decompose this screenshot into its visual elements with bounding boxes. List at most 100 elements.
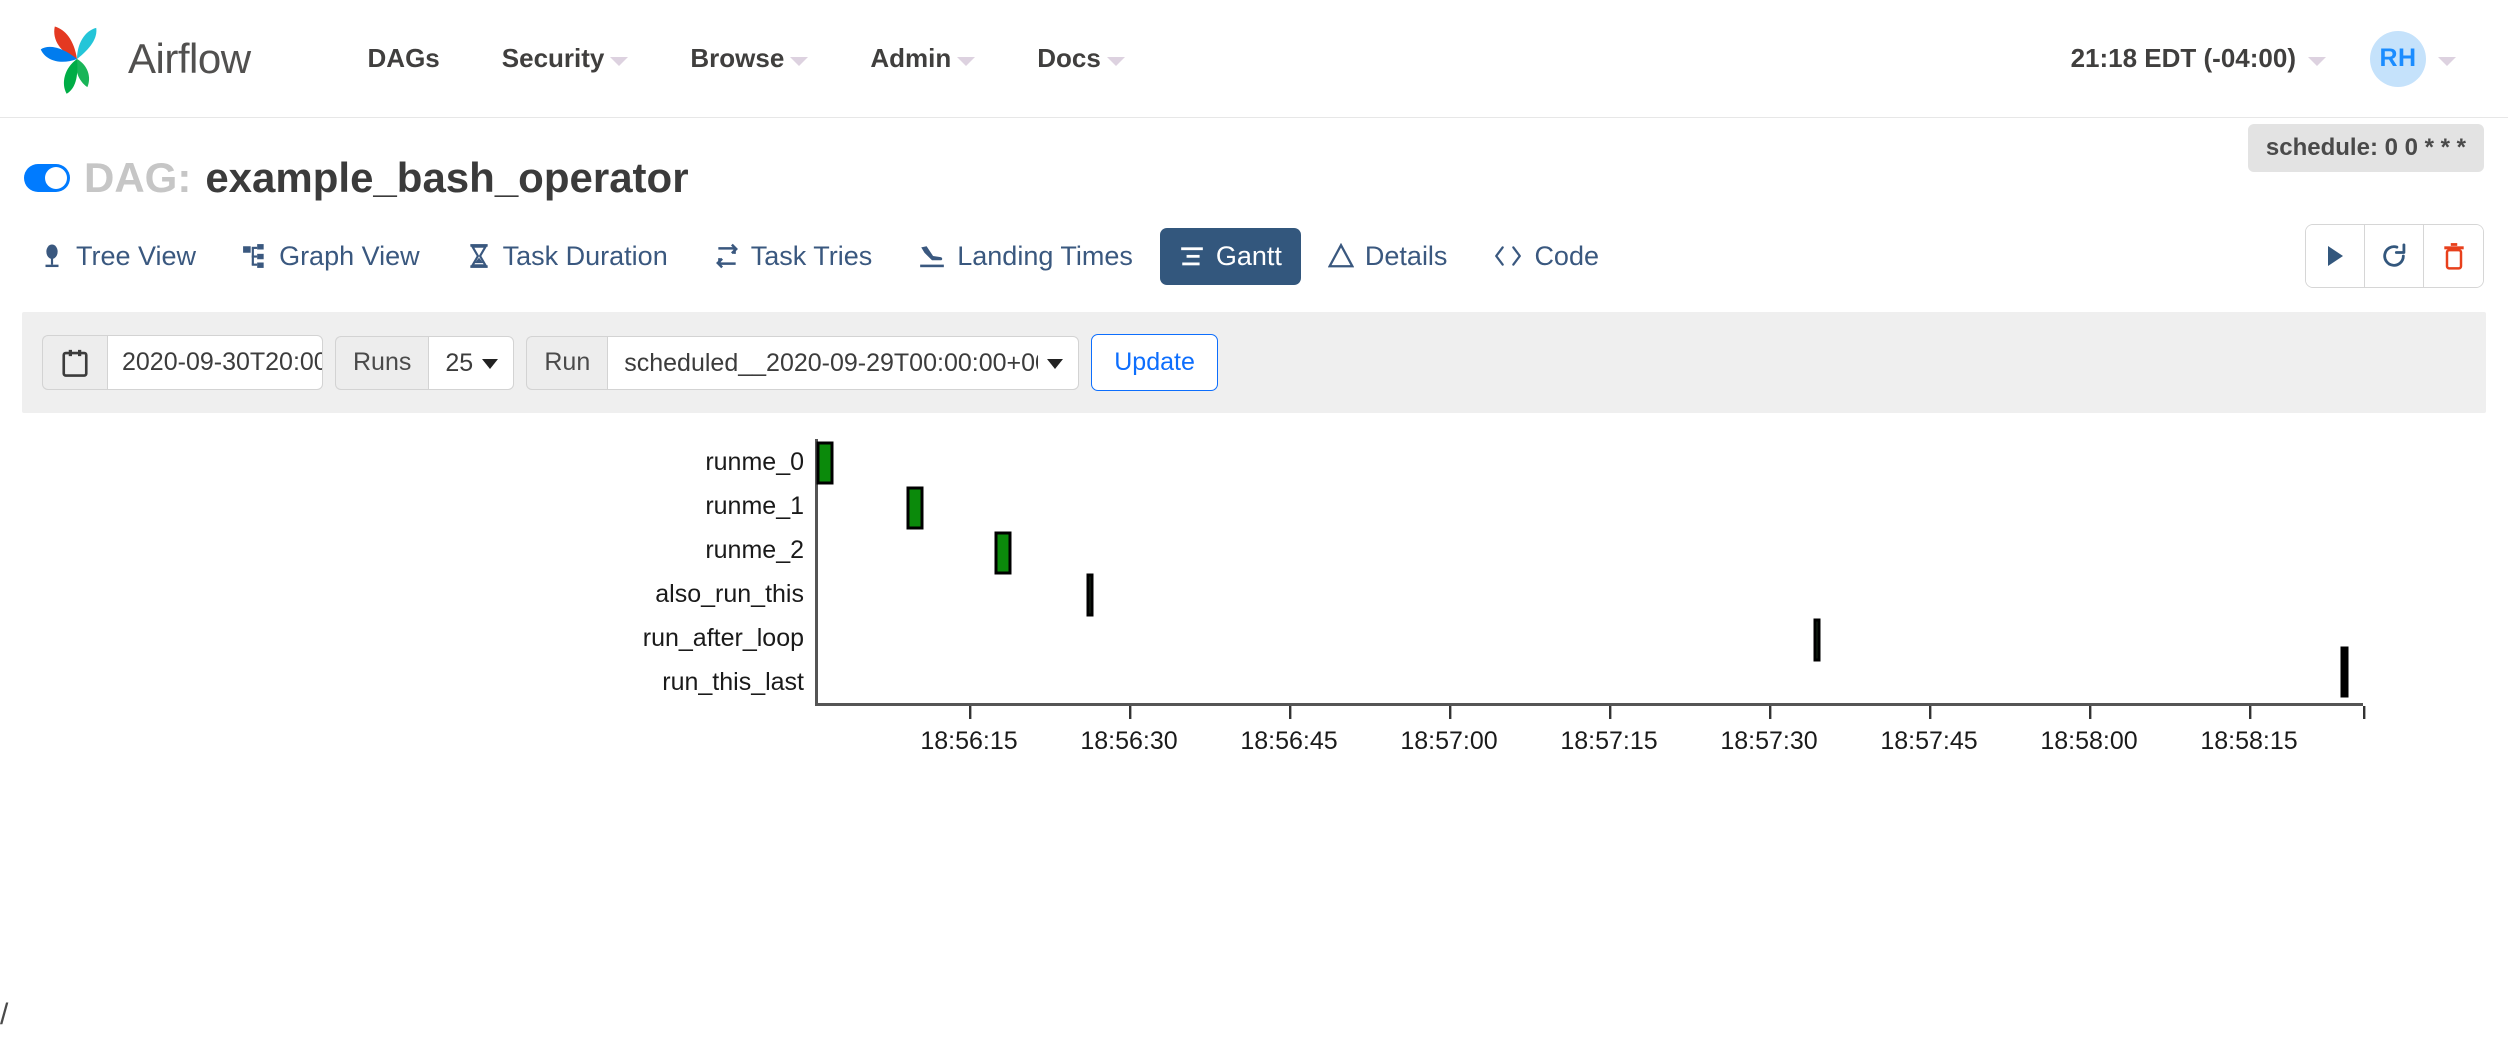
- tab-details[interactable]: Details: [1309, 228, 1467, 285]
- dag-pause-toggle[interactable]: [24, 164, 70, 192]
- calendar-icon[interactable]: [42, 335, 107, 390]
- nav-item-browse[interactable]: Browse: [659, 43, 839, 74]
- x-axis-tick-mark: [1609, 706, 1611, 719]
- nav-item-security[interactable]: Security: [471, 43, 660, 74]
- x-axis-tick-label: 18:56:30: [1080, 727, 1177, 755]
- tab-label: Details: [1365, 241, 1448, 272]
- gantt-filter-toolbar: 2020-09-30T20:00:01-0 Runs 25 Run schedu…: [22, 312, 2486, 413]
- y-axis-tick-label: also_run_this: [655, 580, 804, 608]
- x-axis-tick-mark: [2089, 706, 2091, 719]
- gantt-bar[interactable]: runme_2: [996, 533, 1010, 573]
- dag-action-buttons: [2305, 224, 2484, 288]
- nav-item-dags[interactable]: DAGs: [337, 43, 471, 74]
- tab-label: Graph View: [279, 241, 420, 272]
- x-axis-tick-label: 18:58:15: [2200, 727, 2297, 755]
- dag-prefix-label: DAG:: [84, 154, 191, 202]
- tab-task-duration[interactable]: Task Duration: [447, 228, 687, 285]
- gantt-bar[interactable]: run_this_last: [2342, 648, 2347, 696]
- runs-select[interactable]: 25: [428, 336, 514, 390]
- run-select[interactable]: scheduled__2020-09-29T00:00:00+00:00: [607, 336, 1079, 390]
- footer-artifact: /: [0, 1000, 8, 1030]
- nav-item-label: DAGs: [368, 43, 440, 74]
- runs-group: Runs 25: [335, 336, 514, 390]
- page-title: example_bash_operator: [205, 154, 688, 202]
- refresh-icon: [2380, 242, 2408, 270]
- y-axis-tick-label: run_this_last: [662, 668, 804, 696]
- tab-landing-times[interactable]: Landing Times: [899, 228, 1152, 285]
- x-axis-tick-mark: [1929, 706, 1931, 719]
- chevron-down-icon: [2438, 57, 2456, 66]
- dag-header: DAG: example_bash_operator schedule: 0 0…: [0, 118, 2508, 202]
- y-axis-tick-label: runme_1: [705, 492, 804, 520]
- landing-icon: [918, 243, 946, 269]
- airflow-pinwheel-icon: [40, 22, 114, 96]
- update-button[interactable]: Update: [1091, 334, 1218, 391]
- brand-logo-link[interactable]: Airflow: [40, 22, 251, 96]
- gantt-bar[interactable]: run_after_loop: [1815, 620, 1819, 660]
- timezone-selector[interactable]: 21:18 EDT (-04:00): [2049, 43, 2348, 74]
- gantt-bar-rect[interactable]: [2342, 648, 2347, 696]
- execution-date-group: 2020-09-30T20:00:01-0: [42, 335, 323, 390]
- navbar-right: 21:18 EDT (-04:00) RH: [2049, 31, 2476, 87]
- x-axis-tick-mark: [1769, 706, 1771, 719]
- tab-tree-view[interactable]: Tree View: [20, 228, 215, 285]
- x-axis-tick-label: 18:56:15: [920, 727, 1017, 755]
- avatar: RH: [2370, 31, 2426, 87]
- gantt-bar-rect[interactable]: [1088, 575, 1092, 615]
- x-axis-tick-mark: [2249, 706, 2251, 719]
- tab-graph-view[interactable]: Graph View: [223, 228, 439, 285]
- gantt-bar-rect[interactable]: [818, 443, 832, 483]
- gantt-bar[interactable]: also_run_this: [1088, 575, 1092, 615]
- x-axis-tick-label: 18:57:45: [1880, 727, 1977, 755]
- trigger-dag-button[interactable]: [2306, 225, 2365, 287]
- graph-view-icon: [242, 243, 268, 269]
- tab-label: Task Tries: [751, 241, 873, 272]
- gantt-bar-rect[interactable]: [1815, 620, 1819, 660]
- gantt-bar-rect[interactable]: [908, 488, 922, 528]
- x-axis-tick-mark: [2363, 706, 2365, 719]
- gantt-chart: runme_0 runme_1 runme_2 also_run_this run_af…: [0, 413, 2508, 833]
- run-label: Run: [526, 336, 607, 390]
- nav-item-docs[interactable]: Docs: [1006, 43, 1156, 74]
- x-axis-tick-label: 18:58:00: [2040, 727, 2137, 755]
- clock-label: 21:18 EDT (-04:00): [2071, 43, 2296, 74]
- tab-task-tries[interactable]: Task Tries: [695, 228, 892, 285]
- brand-name: Airflow: [128, 35, 251, 83]
- calendar-icon-glyph: [60, 348, 90, 378]
- gantt-bar[interactable]: runme_1: [908, 488, 922, 528]
- nav-item-label: Admin: [870, 43, 951, 74]
- nav-item-label: Browse: [690, 43, 784, 74]
- play-icon: [2323, 243, 2347, 269]
- tab-code[interactable]: Code: [1474, 228, 1618, 285]
- x-axis-line: [815, 703, 2363, 706]
- nav-item-admin[interactable]: Admin: [839, 43, 1006, 74]
- hourglass-icon: [466, 243, 492, 269]
- delete-dag-button[interactable]: [2424, 225, 2483, 287]
- tab-label: Code: [1534, 241, 1599, 272]
- gantt-bar-rect[interactable]: [996, 533, 1010, 573]
- tree-view-icon: [39, 243, 65, 269]
- chevron-down-icon: [1107, 57, 1125, 66]
- x-axis-tick-mark: [1129, 706, 1131, 719]
- nav-item-label: Security: [502, 43, 605, 74]
- x-axis-tick-label: 18:56:45: [1240, 727, 1337, 755]
- chevron-down-icon: [957, 57, 975, 66]
- trash-icon: [2442, 242, 2466, 270]
- tab-label: Landing Times: [957, 241, 1133, 272]
- user-menu[interactable]: RH: [2348, 31, 2476, 87]
- chevron-down-icon: [2308, 57, 2326, 66]
- y-axis-tick-label: runme_0: [705, 448, 804, 476]
- run-group: Run scheduled__2020-09-29T00:00:00+00:00: [526, 336, 1079, 390]
- refresh-button[interactable]: [2365, 225, 2424, 287]
- primary-nav: DAGs Security Browse Admin Docs: [337, 43, 1156, 74]
- execution-date-input[interactable]: 2020-09-30T20:00:01-0: [107, 335, 323, 390]
- tab-gantt[interactable]: Gantt: [1160, 228, 1301, 285]
- nav-item-label: Docs: [1037, 43, 1101, 74]
- x-axis-tick-mark: [1289, 706, 1291, 719]
- chevron-down-icon: [790, 57, 808, 66]
- gantt-bar[interactable]: runme_0: [818, 443, 832, 483]
- retry-icon: [714, 243, 740, 269]
- runs-label: Runs: [335, 336, 428, 390]
- gantt-chart-svg[interactable]: runme_0 runme_1 runme_2 also_run_this run_af…: [0, 413, 2508, 833]
- x-axis-tick-mark: [969, 706, 971, 719]
